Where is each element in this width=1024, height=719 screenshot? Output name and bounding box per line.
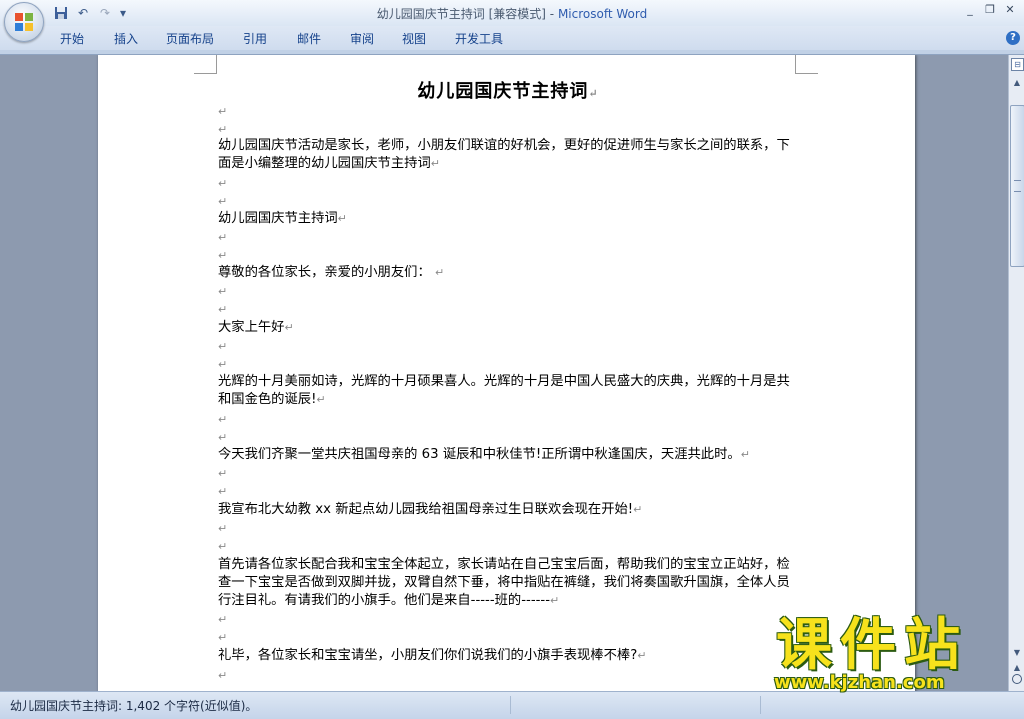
paragraph-mark: ↵ xyxy=(588,87,599,100)
heading-text: 幼儿园国庆节主持词 xyxy=(417,81,589,102)
paragraph-mark: ↵ xyxy=(337,212,347,225)
restore-button[interactable]: ❐ xyxy=(980,2,1000,18)
empty-paragraph: ↵ xyxy=(218,231,228,244)
ribbon-tab-bar: 开始 插入 页面布局 引用 邮件 审阅 视图 开发工具 ? xyxy=(0,26,1024,50)
paragraph-text: 首先请各位家长配合我和宝宝全体起立，家长请站在自己宝宝后面，帮助我们的宝宝立正站… xyxy=(218,557,790,608)
empty-paragraph: ↵ xyxy=(218,195,228,208)
empty-paragraph: ↵ xyxy=(218,358,228,371)
document-title: 幼儿园国庆节主持词 [兼容模式] xyxy=(376,7,546,21)
paragraph-mark: ↵ xyxy=(284,321,294,334)
view-ruler-icon[interactable]: ⊟ xyxy=(1011,58,1024,71)
paragraph-text: 今天我们齐聚一堂共庆祖国母亲的 63 诞辰和中秋佳节!正所谓中秋逢国庆，天涯共此… xyxy=(218,447,741,462)
paragraph-text: 幼儿园国庆节活动是家长，老师，小朋友们联谊的好机会，更好的促进师生与家长之间的联… xyxy=(218,138,790,171)
paragraph-text: 幼儿园国庆节主持词 xyxy=(218,211,338,226)
paragraph-text: 我宣布北大幼教 xx 新起点幼儿园我给祖国母亲过生日联欢会现在开始! xyxy=(218,502,634,517)
paragraph-subtitle: 幼儿园国庆节主持词↵ xyxy=(218,210,800,228)
paragraph-mark: ↵ xyxy=(430,157,440,170)
close-button[interactable]: ✕ xyxy=(1000,2,1020,18)
select-browse-object-icon[interactable] xyxy=(1012,674,1022,684)
tab-mailings[interactable]: 邮件 xyxy=(297,30,321,47)
empty-paragraph: ↵ xyxy=(218,340,228,353)
scroll-down-icon[interactable]: ▼ xyxy=(1011,647,1023,659)
empty-paragraph: ↵ xyxy=(218,485,228,498)
paragraph-october: 光辉的十月美丽如诗，光辉的十月硕果喜人。光辉的十月是中国人民盛大的庆典，光辉的十… xyxy=(218,373,800,409)
paragraph-salute: 礼毕，各位家长和宝宝请坐，小朋友们你们说我们的小旗手表现棒不棒?↵ xyxy=(218,647,800,665)
document-heading: 幼儿园国庆节主持词↵ xyxy=(218,77,798,103)
margin-corner-left xyxy=(194,55,217,74)
tab-developer[interactable]: 开发工具 xyxy=(455,30,503,47)
window-title: 幼儿园国庆节主持词 [兼容模式] - Microsoft Word xyxy=(0,5,1024,22)
empty-paragraph: ↵ xyxy=(218,522,228,535)
paragraph-announcement: 我宣布北大幼教 xx 新起点幼儿园我给祖国母亲过生日联欢会现在开始!↵ xyxy=(218,501,800,519)
previous-page-icon[interactable]: ▲ xyxy=(1012,663,1022,673)
window-controls: _ ❐ ✕ xyxy=(960,2,1020,18)
grip-icon xyxy=(1014,180,1021,192)
watermark-logo: 课件站 www.kjzhan.com xyxy=(770,616,1008,696)
document-area: 幼儿园国庆节主持词↵ ↵ ↵ 幼儿园国庆节活动是家长，老师，小朋友们联谊的好机会… xyxy=(0,55,1008,691)
paragraph-mark: ↵ xyxy=(550,594,560,607)
empty-paragraph: ↵ xyxy=(218,249,228,262)
empty-paragraph: ↵ xyxy=(218,431,228,444)
paragraph-mark: ↵ xyxy=(740,448,750,461)
minimize-button[interactable]: _ xyxy=(960,2,980,18)
office-button[interactable] xyxy=(4,2,44,42)
paragraph-flag-ceremony: 首先请各位家长配合我和宝宝全体起立，家长请站在自己宝宝后面，帮助我们的宝宝立正站… xyxy=(218,556,800,610)
tab-page-layout[interactable]: 页面布局 xyxy=(166,30,214,47)
empty-paragraph: ↵ xyxy=(218,669,228,682)
paragraph-text: 光辉的十月美丽如诗，光辉的十月硕果喜人。光辉的十月是中国人民盛大的庆典，光辉的十… xyxy=(218,374,790,407)
paragraph-greeting: 尊敬的各位家长，亲爱的小朋友们： ↵ xyxy=(218,264,800,282)
empty-paragraph: ↵ xyxy=(218,303,228,316)
tab-home[interactable]: 开始 xyxy=(60,30,84,47)
tab-review[interactable]: 审阅 xyxy=(350,30,374,47)
status-divider xyxy=(510,696,511,714)
empty-paragraph: ↵ xyxy=(218,467,228,480)
paragraph-text: 礼毕，各位家长和宝宝请坐，小朋友们你们说我们的小旗手表现棒不棒? xyxy=(218,648,638,663)
word-count-status[interactable]: 幼儿园国庆节主持词: 1,402 个字符(近似值)。 xyxy=(10,697,257,714)
paragraph-morning: 大家上午好↵ xyxy=(218,319,800,337)
scroll-thumb[interactable] xyxy=(1010,105,1024,267)
paragraph-mark: ↵ xyxy=(637,649,647,662)
paragraph-gathering: 今天我们齐聚一堂共庆祖国母亲的 63 诞辰和中秋佳节!正所谓中秋逢国庆，天涯共此… xyxy=(218,446,800,464)
office-logo-icon xyxy=(15,13,33,31)
paragraph-mark: ↵ xyxy=(434,266,445,279)
empty-paragraph: ↵ xyxy=(218,285,228,298)
document-page[interactable]: 幼儿园国庆节主持词↵ ↵ ↵ 幼儿园国庆节活动是家长，老师，小朋友们联谊的好机会… xyxy=(98,55,915,691)
status-divider xyxy=(760,696,761,714)
paragraph-text: 大家上午好 xyxy=(218,320,285,335)
tab-references[interactable]: 引用 xyxy=(243,30,267,47)
empty-paragraph: ↵ xyxy=(218,540,228,553)
vertical-scrollbar[interactable]: ⊟ ▲ ▼ ▲ xyxy=(1008,55,1024,691)
paragraph-text: 尊敬的各位家长，亲爱的小朋友们： xyxy=(218,265,431,280)
app-name: Microsoft Word xyxy=(557,7,648,21)
tab-insert[interactable]: 插入 xyxy=(114,30,138,47)
paragraph-intro: 幼儿园国庆节活动是家长，老师，小朋友们联谊的好机会，更好的促进师生与家长之间的联… xyxy=(218,137,800,173)
margin-corner-right xyxy=(795,55,818,74)
empty-paragraph: ↵ xyxy=(218,177,228,190)
scroll-up-icon[interactable]: ▲ xyxy=(1011,77,1023,89)
empty-paragraph: ↵ xyxy=(218,613,228,626)
watermark-chinese: 课件站 xyxy=(776,613,968,678)
help-icon[interactable]: ? xyxy=(1006,31,1020,45)
tab-view[interactable]: 视图 xyxy=(402,30,426,47)
paragraph-mark: ↵ xyxy=(316,393,326,406)
empty-paragraph: ↵ xyxy=(218,105,228,118)
title-separator: - xyxy=(545,7,558,21)
empty-paragraph: ↵ xyxy=(218,413,228,426)
watermark-url: www.kjzhan.com xyxy=(774,672,945,693)
title-bar: ↶ ↷ ▾ 幼儿园国庆节主持词 [兼容模式] - Microsoft Word … xyxy=(0,0,1024,26)
paragraph-mark: ↵ xyxy=(633,503,643,516)
empty-paragraph: ↵ xyxy=(218,631,228,644)
